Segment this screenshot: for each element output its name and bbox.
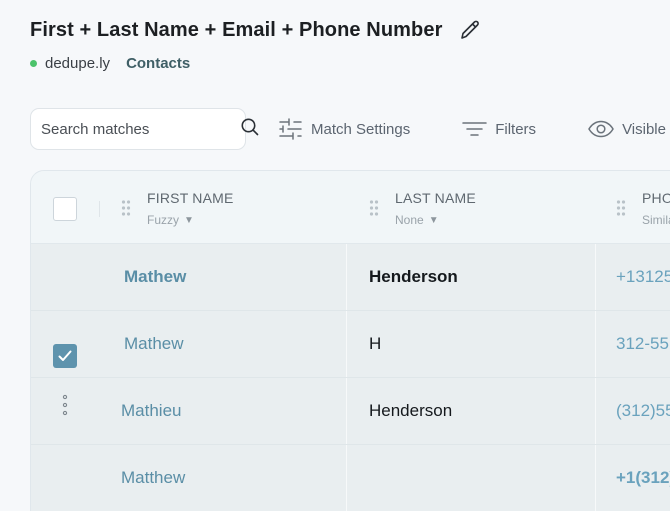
first-name-cell[interactable]: Matthew <box>121 468 185 488</box>
last-name-match-dropdown[interactable]: None ▼ <box>395 213 439 227</box>
phone-match-dropdown[interactable]: Similar <box>642 213 670 227</box>
phone-cell[interactable]: +13125 <box>616 267 670 287</box>
filters-button[interactable]: Filters <box>462 119 536 139</box>
table-row[interactable]: Mathew H 312-55 <box>31 311 670 378</box>
more-vertical-icon[interactable] <box>62 394 68 416</box>
checkmark-icon <box>58 350 72 361</box>
status-dot <box>30 60 37 67</box>
caret-down-icon: ▼ <box>428 214 439 226</box>
search-box <box>30 108 259 150</box>
title-row: First + Last Name + Email + Phone Number <box>30 18 482 42</box>
phone-cell[interactable]: +1(312) <box>616 468 670 488</box>
first-name-match-value: Fuzzy <box>147 213 180 227</box>
column-title-first-name[interactable]: FIRST NAME <box>147 190 234 206</box>
last-name-match-value: None <box>395 213 424 227</box>
visible-label: Visible <box>622 120 666 138</box>
phone-match-value: Similar <box>642 213 670 227</box>
row-checkbox-checked[interactable] <box>53 344 77 368</box>
page-title: First + Last Name + Email + Phone Number <box>30 18 443 41</box>
filter-lines-icon <box>462 122 487 136</box>
last-name-cell[interactable]: H <box>369 334 381 354</box>
table-row[interactable]: Mathieu Henderson (312)55 <box>31 378 670 445</box>
phone-cell[interactable]: (312)55 <box>616 401 670 421</box>
last-name-cell[interactable]: Henderson <box>369 401 452 421</box>
last-name-cell[interactable]: Henderson <box>369 267 458 287</box>
first-name-cell[interactable]: Mathew <box>124 267 186 287</box>
toolbar: Match Settings Filters Visible <box>30 108 670 150</box>
first-name-cell[interactable]: Mathieu <box>121 401 181 421</box>
caret-down-icon: ▼ <box>184 214 194 226</box>
column-title-phone[interactable]: PHONE <box>642 190 670 206</box>
header-divider <box>99 201 100 217</box>
workspace-row: dedupe.ly Contacts <box>30 55 190 72</box>
match-settings-button[interactable]: Match Settings <box>278 117 410 141</box>
visible-columns-button[interactable]: Visible <box>588 120 666 138</box>
workspace-name: dedupe.ly <box>45 55 111 72</box>
table-header: FIRST NAME Fuzzy ▼ LAST NAME None ▼ PHON… <box>31 171 670 244</box>
matches-table: FIRST NAME Fuzzy ▼ LAST NAME None ▼ PHON… <box>30 170 670 511</box>
drag-handle-icon[interactable] <box>369 199 379 217</box>
drag-handle-icon[interactable] <box>616 199 626 217</box>
search-icon[interactable] <box>240 117 260 142</box>
sliders-icon <box>279 118 302 140</box>
table-row[interactable]: Mathew Henderson +13125 <box>31 244 670 311</box>
match-settings-label: Match Settings <box>311 120 411 138</box>
first-name-match-dropdown[interactable]: Fuzzy ▼ <box>147 213 194 227</box>
drag-handle-icon[interactable] <box>121 199 131 217</box>
column-title-last-name[interactable]: LAST NAME <box>395 190 476 206</box>
filters-label: Filters <box>495 120 537 138</box>
table-row[interactable]: Matthew +1(312) <box>31 445 670 511</box>
eye-icon <box>588 120 614 138</box>
pencil-icon[interactable] <box>458 18 482 42</box>
select-all-checkbox[interactable] <box>53 197 77 221</box>
search-input[interactable] <box>41 120 240 138</box>
phone-cell[interactable]: 312-55 <box>616 334 669 354</box>
breadcrumb-contacts[interactable]: Contacts <box>126 55 190 72</box>
first-name-cell[interactable]: Mathew <box>124 334 184 354</box>
